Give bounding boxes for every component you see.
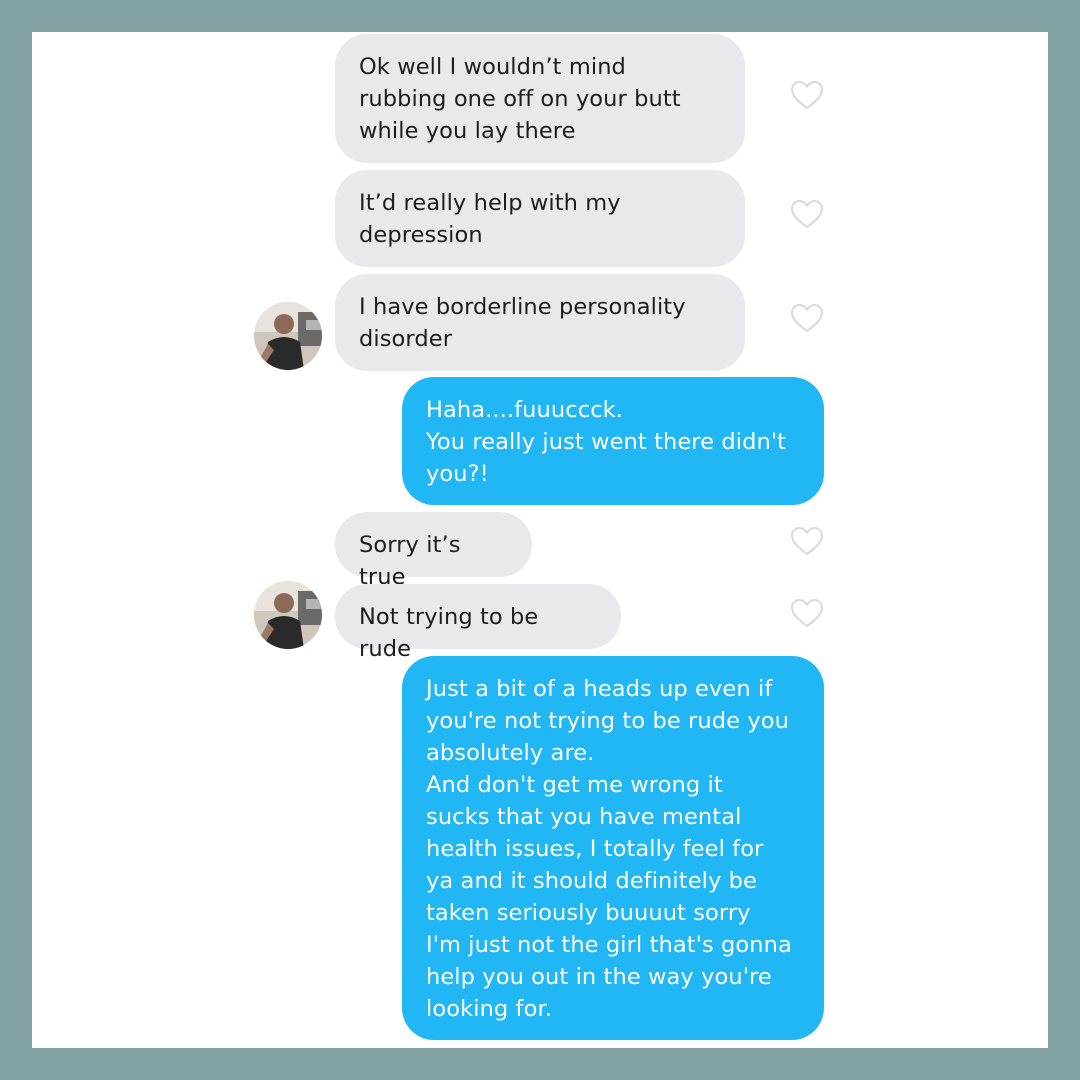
received-message[interactable]: Not trying to be rude [335, 584, 621, 662]
heart-outline-icon[interactable] [790, 526, 824, 556]
chat-screen: Ok well I wouldn’t mind rubbing one off … [32, 32, 1048, 1048]
user-avatar[interactable] [254, 302, 322, 370]
received-message[interactable]: It’d really help with my depression [335, 170, 745, 267]
sent-message[interactable]: Haha....fuuuccck. You really just went t… [402, 377, 824, 505]
user-avatar[interactable] [254, 581, 322, 649]
received-message[interactable]: I have borderline personality disorder [335, 274, 745, 371]
heart-outline-icon[interactable] [790, 199, 824, 229]
heart-outline-icon[interactable] [790, 598, 824, 628]
heart-outline-icon[interactable] [790, 303, 824, 333]
received-message[interactable]: Sorry it’s true [335, 512, 532, 590]
sent-message[interactable]: Just a bit of a heads up even if you're … [402, 656, 824, 1040]
received-message[interactable]: Ok well I wouldn’t mind rubbing one off … [335, 34, 745, 163]
heart-outline-icon[interactable] [790, 80, 824, 110]
